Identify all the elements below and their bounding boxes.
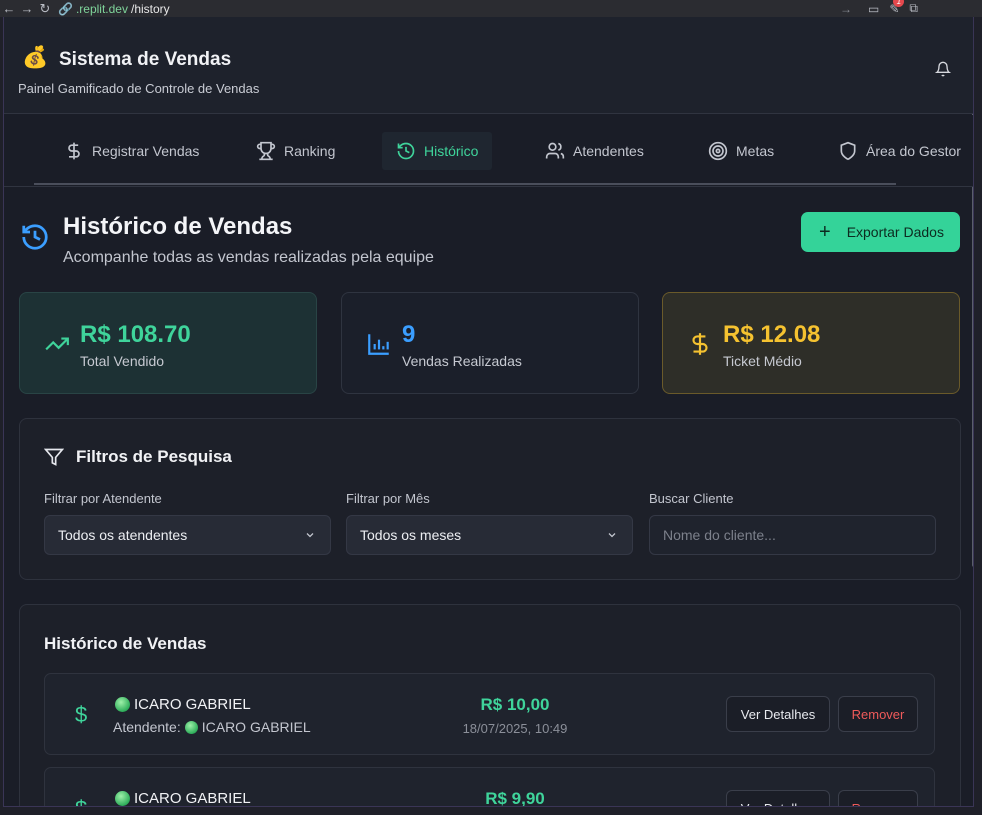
dollar-icon bbox=[692, 333, 708, 355]
client-search-label: Buscar Cliente bbox=[649, 491, 734, 506]
bell-icon[interactable] bbox=[935, 61, 951, 77]
tab-bar: Registrar Vendas Ranking Histórico Atend… bbox=[4, 115, 973, 187]
stat-value: 9 bbox=[402, 321, 416, 348]
stat-value: R$ 12.08 bbox=[723, 321, 821, 348]
client-search-input[interactable]: Nome do cliente... bbox=[649, 515, 936, 555]
extension-icon[interactable]: ✎ 1 bbox=[889, 0, 905, 16]
tab-label: Registrar Vendas bbox=[92, 143, 200, 159]
notification-badge: 1 bbox=[893, 0, 905, 7]
attendant-filter-label: Filtrar por Atendente bbox=[44, 491, 162, 506]
stat-total-vendido: R$ 108.70 Total Vendido bbox=[19, 292, 317, 394]
avatar-dot bbox=[184, 720, 198, 734]
sale-row: $ ICARO GABRIEL Atendente: ICARO GABRIEL … bbox=[44, 673, 935, 755]
plus-icon: + bbox=[819, 221, 831, 243]
history-card: Histórico de Vendas $ ICARO GABRIEL Aten… bbox=[19, 604, 961, 807]
attendant-select[interactable]: Todos os atendentes bbox=[44, 515, 331, 555]
dollar-icon: $ bbox=[75, 702, 88, 727]
tab-label: Ranking bbox=[284, 143, 336, 159]
trophy-icon bbox=[256, 141, 276, 161]
chevron-down-icon bbox=[306, 533, 314, 538]
attendant-name: ICARO GABRIEL bbox=[201, 719, 311, 735]
client-name: ICARO GABRIEL bbox=[115, 696, 251, 713]
app-subtitle: Painel Gamificado de Controle de Vendas bbox=[18, 81, 260, 96]
url-path: /history bbox=[130, 1, 170, 16]
tab-ranking[interactable]: Ranking bbox=[256, 137, 335, 165]
tab-metas[interactable]: Metas bbox=[708, 137, 774, 165]
tab-label: Metas bbox=[736, 143, 775, 159]
app-header: 💰 Sistema de Vendas Painel Gamificado de… bbox=[4, 17, 973, 114]
target-icon bbox=[708, 141, 728, 161]
open-external-icon[interactable]: ⧉ bbox=[909, 1, 918, 16]
filters-card: Filtros de Pesquisa Filtrar por Atendent… bbox=[19, 418, 961, 580]
url-host: .replit.dev bbox=[75, 1, 128, 16]
tab-registrar-vendas[interactable]: Registrar Vendas bbox=[64, 137, 199, 165]
stat-vendas-realizadas: 9 Vendas Realizadas bbox=[341, 292, 639, 394]
history-icon bbox=[22, 224, 48, 250]
tab-label: Atendentes bbox=[573, 143, 644, 159]
export-button[interactable]: + Exportar Dados bbox=[801, 212, 960, 252]
attendant-select-value: Todos os atendentes bbox=[58, 527, 188, 543]
tab-label: Área do Gestor bbox=[866, 143, 961, 159]
filter-icon bbox=[44, 448, 64, 466]
stat-label: Ticket Médio bbox=[723, 353, 802, 369]
reload-icon[interactable]: ↻ bbox=[36, 1, 54, 17]
shield-icon bbox=[840, 141, 856, 161]
app-title: Sistema de Vendas bbox=[59, 49, 232, 70]
tab-scroll-track[interactable] bbox=[34, 183, 896, 185]
trending-up-icon bbox=[45, 337, 69, 351]
attendant-info: Atendente: ICARO GABRIEL bbox=[113, 719, 311, 735]
page-title: Histórico de Vendas bbox=[63, 213, 293, 240]
stat-label: Vendas Realizadas bbox=[402, 353, 522, 369]
filters-title: Filtros de Pesquisa bbox=[44, 447, 232, 467]
bar-chart-icon bbox=[368, 334, 389, 355]
sale-row: $ ICARO GABRIEL R$ 9,90 Ver Detalhes Rem… bbox=[44, 767, 935, 807]
dollar-icon bbox=[68, 142, 80, 160]
forward-icon[interactable]: → bbox=[18, 1, 36, 16]
month-select-value: Todos os meses bbox=[360, 527, 462, 543]
client-search-placeholder: Nome do cliente... bbox=[663, 527, 776, 543]
remove-button[interactable]: Remover bbox=[838, 696, 918, 732]
view-details-button[interactable]: Ver Detalhes bbox=[726, 696, 830, 732]
browser-toolbar: ← → ↻ 🔗 .replit.dev/history → ▭ ✎ 1 ⧉ bbox=[0, 0, 982, 17]
money-bag-icon: 💰 bbox=[22, 46, 49, 69]
filters-title-label: Filtros de Pesquisa bbox=[76, 447, 232, 466]
month-select[interactable]: Todos os meses bbox=[346, 515, 633, 555]
client-name-text: ICARO GABRIEL bbox=[134, 790, 251, 807]
remove-button[interactable]: Remover bbox=[838, 790, 918, 806]
avatar-dot bbox=[115, 697, 130, 712]
history-title: Histórico de Vendas bbox=[44, 634, 207, 653]
view-details-button[interactable]: Ver Detalhes bbox=[726, 790, 830, 806]
tab-label: Histórico bbox=[424, 143, 479, 159]
go-icon[interactable]: → bbox=[840, 2, 852, 16]
dollar-icon: $ bbox=[75, 796, 87, 806]
address-bar[interactable]: 🔗 .replit.dev/history → bbox=[58, 0, 860, 17]
tab-historico[interactable]: Histórico bbox=[382, 132, 493, 170]
month-filter-label: Filtrar por Mês bbox=[346, 491, 430, 506]
page-subtitle: Acompanhe todas as vendas realizadas pel… bbox=[63, 249, 434, 266]
app-frame: 💰 Sistema de Vendas Painel Gamificado de… bbox=[3, 17, 974, 807]
export-label: Exportar Dados bbox=[846, 224, 944, 240]
sale-amount: R$ 10,00 bbox=[480, 695, 550, 714]
sale-amount: R$ 9,90 bbox=[485, 789, 545, 807]
client-name-text: ICARO GABRIEL bbox=[134, 696, 251, 713]
history-icon bbox=[397, 142, 415, 160]
attendant-prefix: Atendente: bbox=[113, 719, 181, 735]
avatar-dot bbox=[115, 791, 130, 806]
stat-value: R$ 108.70 bbox=[80, 321, 191, 348]
stat-label: Total Vendido bbox=[80, 353, 165, 369]
users-icon bbox=[545, 142, 565, 159]
stat-ticket-medio: R$ 12.08 Ticket Médio bbox=[662, 292, 960, 394]
tab-atendentes[interactable]: Atendentes bbox=[545, 137, 644, 165]
sale-date: 18/07/2025, 10:49 bbox=[462, 721, 568, 736]
link-icon: 🔗 bbox=[58, 1, 73, 16]
monitor-icon[interactable]: ▭ bbox=[868, 2, 879, 16]
chevron-down-icon bbox=[608, 533, 616, 538]
back-icon[interactable]: ← bbox=[0, 1, 18, 16]
tab-area-do-gestor[interactable]: Área do Gestor bbox=[838, 137, 973, 165]
client-name: ICARO GABRIEL bbox=[115, 790, 251, 807]
